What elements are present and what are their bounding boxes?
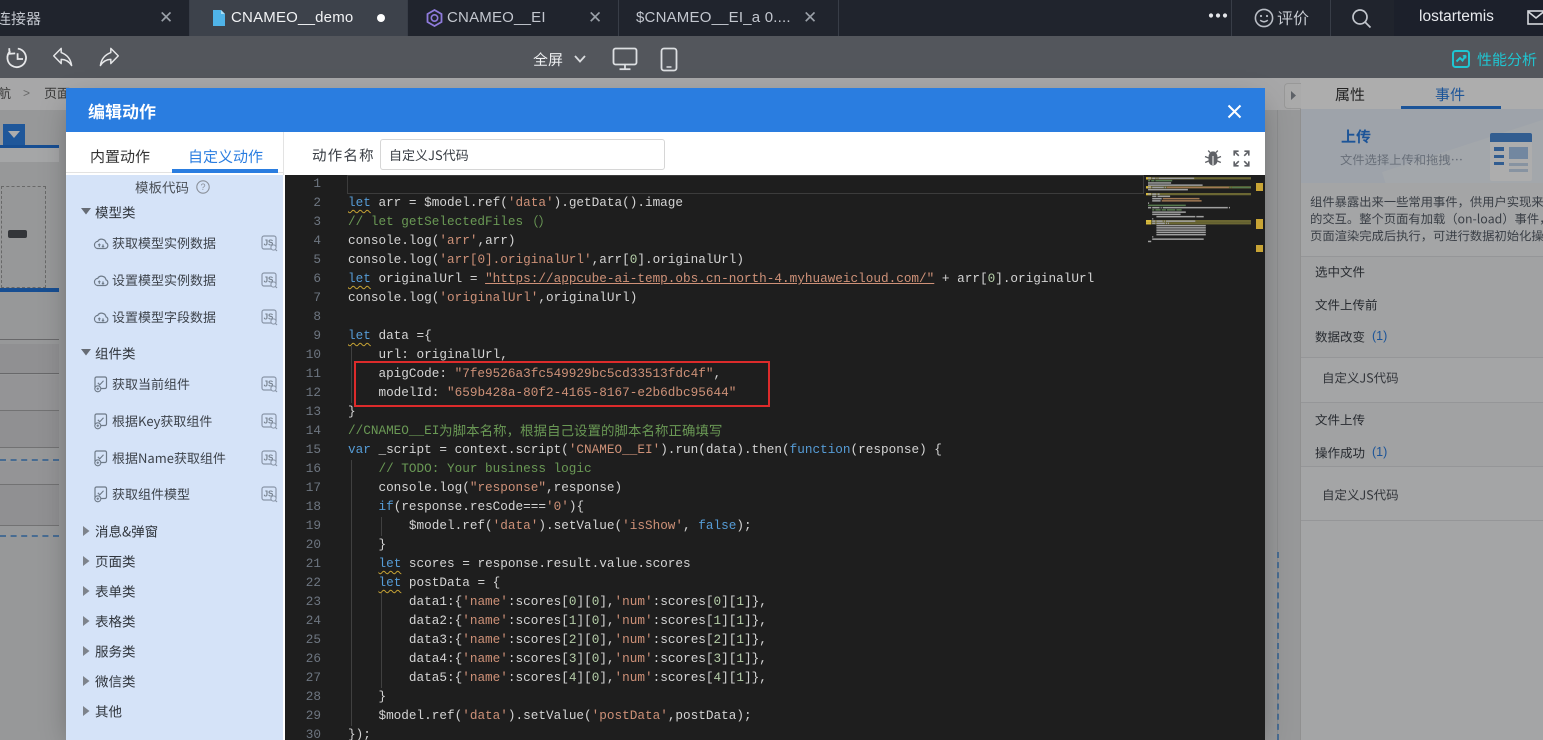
svg-text:?: ? xyxy=(200,182,205,192)
